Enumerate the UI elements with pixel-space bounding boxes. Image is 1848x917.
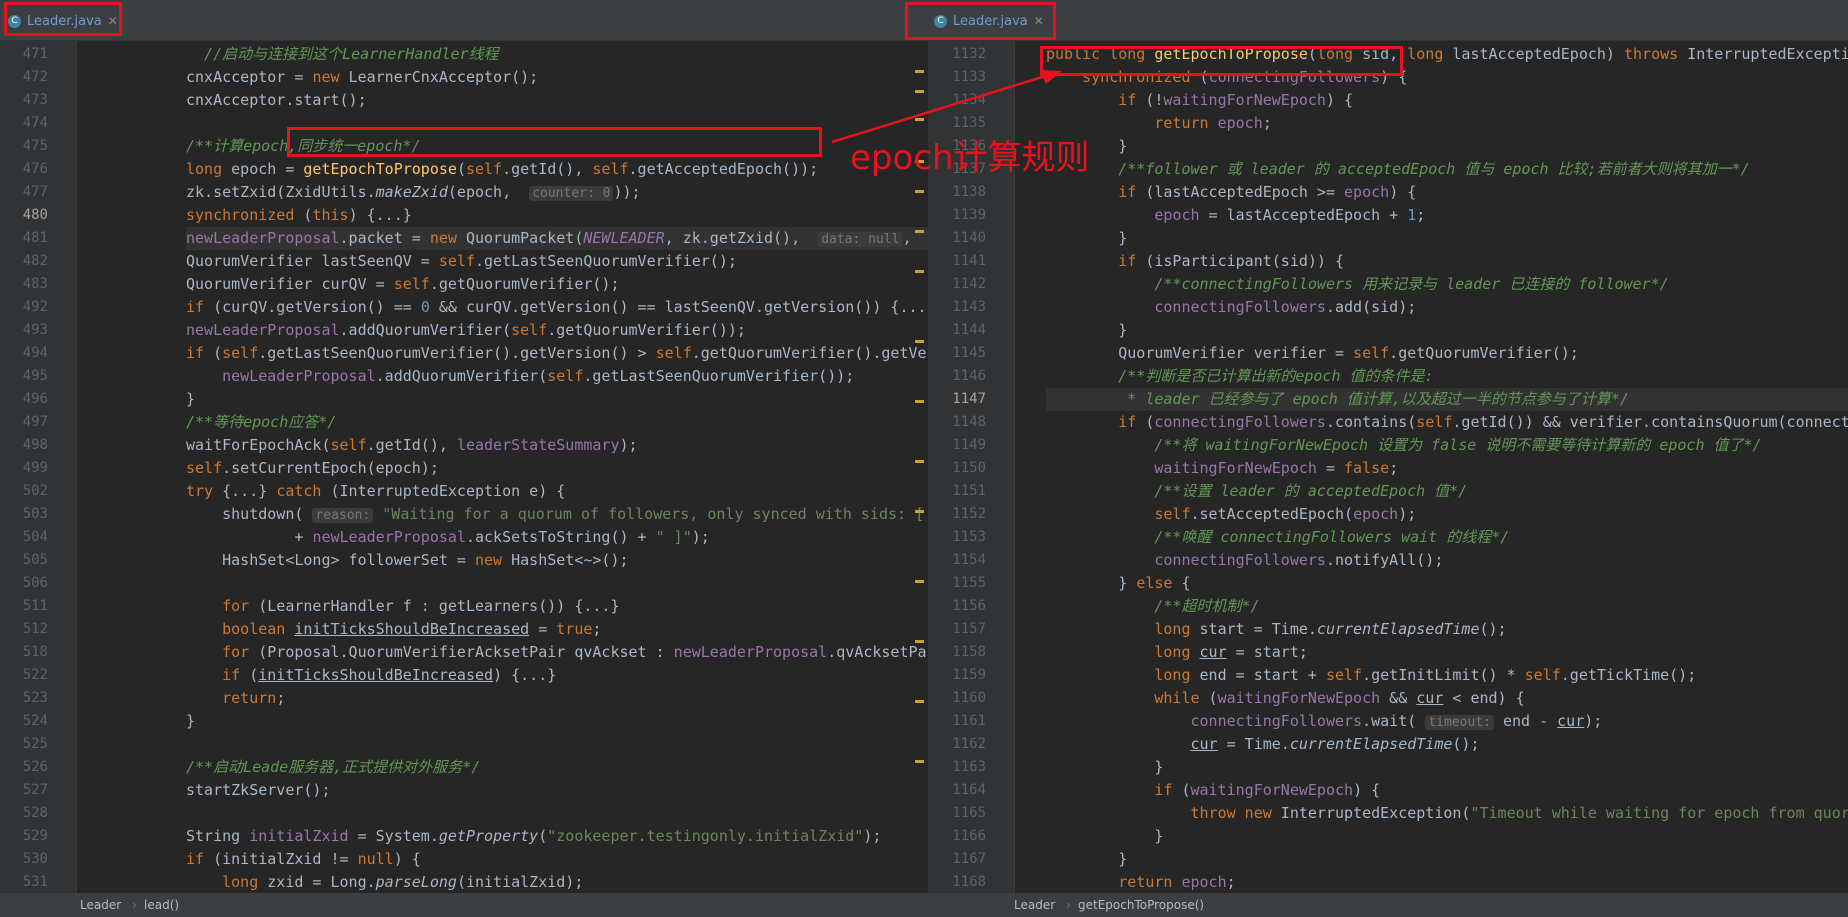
line-number: 1133: [952, 69, 986, 85]
line-number: 1144: [952, 322, 986, 338]
line-number: 504: [22, 529, 48, 545]
line-number: 1138: [952, 184, 986, 200]
line-number: 1152: [952, 506, 986, 522]
line-number: 472: [22, 69, 48, 85]
left-code-area[interactable]: //启动与连接到这个LearnerHandler线程 cnxAcceptor =…: [186, 40, 928, 914]
line-number: 518: [22, 644, 48, 660]
breadcrumb-separator: ›: [132, 898, 137, 912]
line-number: 1141: [952, 253, 986, 269]
close-icon[interactable]: ✕: [108, 14, 118, 28]
line-number: 1154: [952, 552, 986, 568]
java-class-icon: C: [8, 15, 21, 28]
left-tab-bar: C Leader.java ✕: [0, 0, 928, 41]
line-number: 529: [22, 828, 48, 844]
java-class-icon: C: [934, 15, 947, 28]
right-breadcrumb-bar: Leader › getEpochToPropose(): [928, 893, 1848, 917]
line-number: 474: [22, 115, 48, 131]
left-breadcrumb-bar: Leader › lead(): [0, 893, 928, 917]
line-number: 527: [22, 782, 48, 798]
line-number: 506: [22, 575, 48, 591]
line-number: 1165: [952, 805, 986, 821]
line-number: 525: [22, 736, 48, 752]
line-number: 499: [22, 460, 48, 476]
line-number: 482: [22, 253, 48, 269]
line-number: 477: [22, 184, 48, 200]
tab-label: Leader.java: [27, 14, 102, 29]
line-number: 1155: [952, 575, 986, 591]
line-number: 1148: [952, 414, 986, 430]
line-number: 524: [22, 713, 48, 729]
line-number: 1158: [952, 644, 986, 660]
line-number: 1140: [952, 230, 986, 246]
line-number: 505: [22, 552, 48, 568]
left-editor-pane: C Leader.java ✕ 471 472 473 474 475 476 477 480 48…: [0, 0, 928, 917]
line-number: 528: [22, 805, 48, 821]
line-number: 511: [22, 598, 48, 614]
line-number: 1159: [952, 667, 986, 683]
line-number: 512: [22, 621, 48, 637]
line-number: 1147: [952, 391, 986, 407]
line-number: 1157: [952, 621, 986, 637]
line-number: 503: [22, 506, 48, 522]
breadcrumb-method[interactable]: lead(): [144, 893, 179, 917]
line-number: 1134: [952, 92, 986, 108]
line-number: 496: [22, 391, 48, 407]
breadcrumb-separator: ›: [1066, 898, 1071, 912]
line-number: 1139: [952, 207, 986, 223]
breadcrumb-method[interactable]: getEpochToPropose(): [1078, 893, 1204, 917]
line-number: 498: [22, 437, 48, 453]
annotation-label: epoch计算规则: [850, 138, 1090, 178]
tab-leader-java-right[interactable]: C Leader.java ✕: [928, 8, 1050, 34]
line-number: 471: [22, 46, 48, 62]
line-number: 493: [22, 322, 48, 338]
line-number: 1149: [952, 437, 986, 453]
line-number: 1161: [952, 713, 986, 729]
line-number: 483: [22, 276, 48, 292]
line-number: 1151: [952, 483, 986, 499]
line-number: 523: [22, 690, 48, 706]
right-code-area[interactable]: public long getEpochToPropose(long sid, …: [1046, 40, 1848, 893]
line-number: 1164: [952, 782, 986, 798]
line-number: 495: [22, 368, 48, 384]
line-number: 1146: [952, 368, 986, 384]
line-number: 475: [22, 138, 48, 154]
right-tab-bar: C Leader.java ✕: [928, 0, 1848, 41]
line-number: 1162: [952, 736, 986, 752]
line-number: 473: [22, 92, 48, 108]
tab-label: Leader.java: [953, 14, 1028, 29]
line-number: 1160: [952, 690, 986, 706]
line-number: 1168: [952, 874, 986, 890]
line-number: 502: [22, 483, 48, 499]
line-number: 480: [22, 207, 48, 223]
line-number: 526: [22, 759, 48, 775]
line-number: 1150: [952, 460, 986, 476]
line-number: 522: [22, 667, 48, 683]
line-number: 1145: [952, 345, 986, 361]
line-number: 1166: [952, 828, 986, 844]
line-number: 497: [22, 414, 48, 430]
line-number: 1163: [952, 759, 986, 775]
line-number: 1156: [952, 598, 986, 614]
line-number: 476: [22, 161, 48, 177]
breadcrumb-class[interactable]: Leader: [1014, 893, 1055, 917]
line-number: 494: [22, 345, 48, 361]
tab-leader-java-left[interactable]: C Leader.java ✕: [2, 8, 124, 34]
line-number: 1143: [952, 299, 986, 315]
line-number: 1153: [952, 529, 986, 545]
line-number: 530: [22, 851, 48, 867]
line-number: 531: [22, 874, 48, 890]
line-number: 481: [22, 230, 48, 246]
breadcrumb-class[interactable]: Leader: [80, 893, 121, 917]
line-number: 1142: [952, 276, 986, 292]
close-icon[interactable]: ✕: [1034, 14, 1044, 28]
line-number: 492: [22, 299, 48, 315]
line-number: 1132: [952, 46, 986, 62]
line-number: 1167: [952, 851, 986, 867]
left-line-gutter: 471 472 473 474 475 476 477 480 481 482 483 492 493 4…: [0, 40, 77, 893]
